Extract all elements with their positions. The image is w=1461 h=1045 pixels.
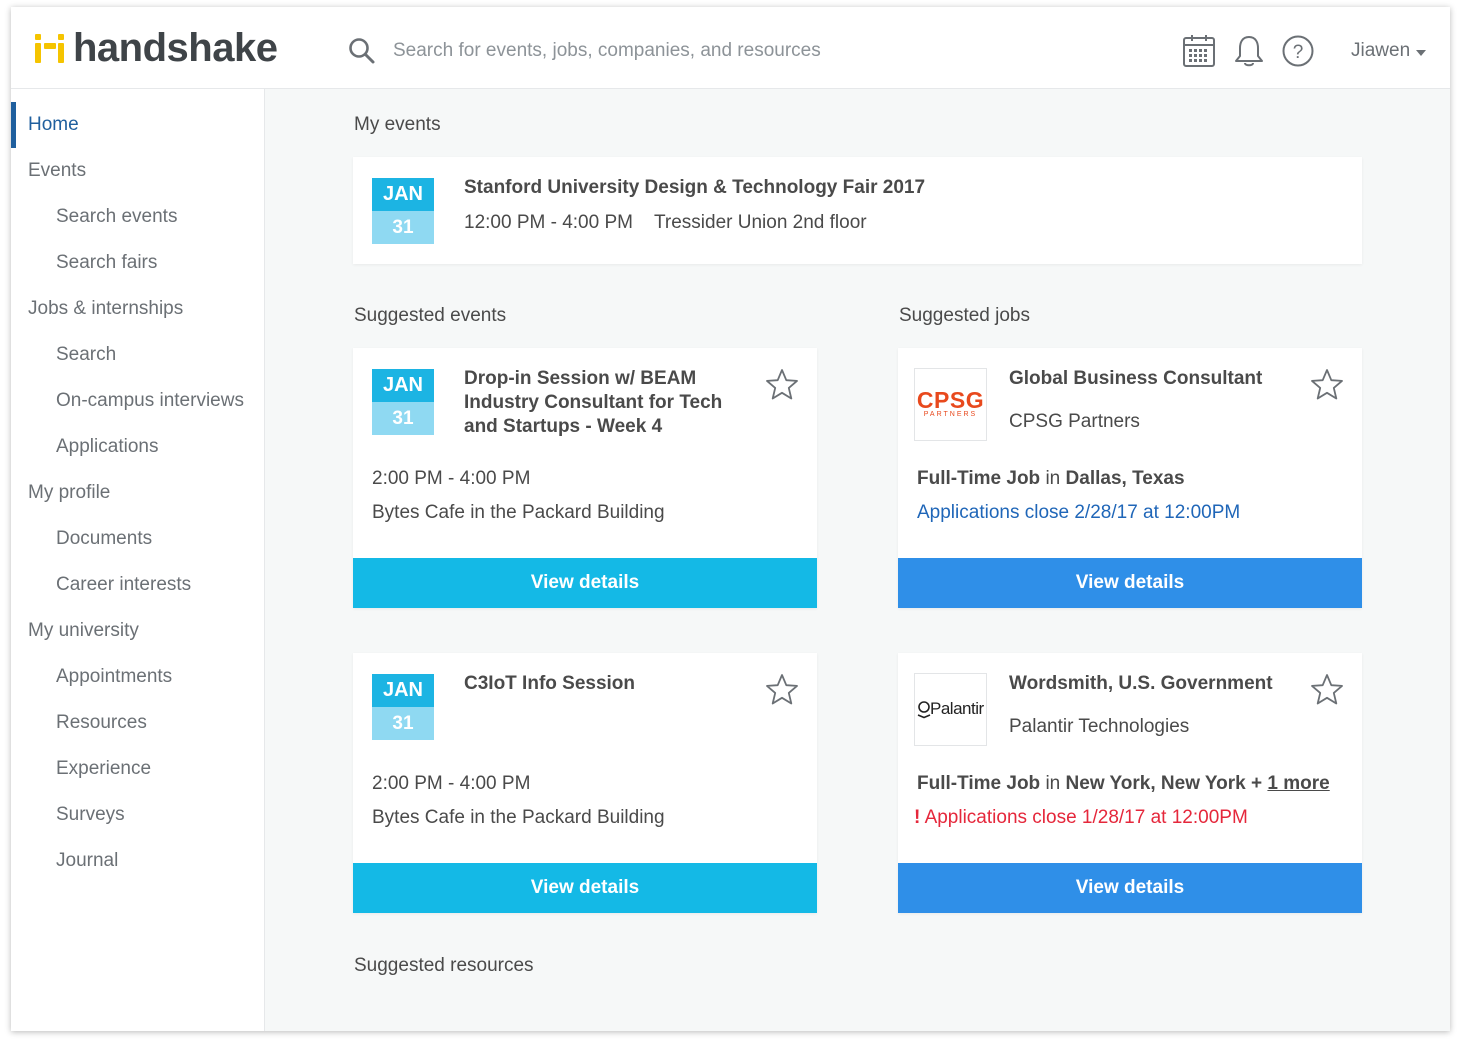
date-month: JAN xyxy=(372,674,434,707)
company-name[interactable]: Palantir Technologies xyxy=(1009,716,1189,738)
company-logo-text: CPSG xyxy=(916,387,985,413)
event-title-line[interactable]: Drop-in Session w/ BEAM xyxy=(464,367,696,391)
suggested-jobs-heading: Suggested jobs xyxy=(899,305,1030,326)
sidebar-item-jobs-internships[interactable]: Jobs & internships xyxy=(11,286,281,332)
event-title[interactable]: Stanford University Design & Technology … xyxy=(464,176,925,200)
more-locations-link[interactable]: 1 more xyxy=(1267,773,1329,794)
calendar-icon[interactable] xyxy=(1181,33,1217,69)
job-type: Full-Time Job xyxy=(917,468,1041,489)
date-day: 31 xyxy=(372,402,434,435)
app-window: handshake ? Jiawen xyxy=(11,7,1450,1031)
svg-text:?: ? xyxy=(1293,42,1304,63)
company-logo-text: Palantir xyxy=(930,699,984,718)
sidebar-item-my-university[interactable]: My university xyxy=(11,608,281,654)
star-icon[interactable] xyxy=(1309,672,1345,708)
date-day: 31 xyxy=(372,707,434,740)
sidebar-item-home[interactable]: Home xyxy=(11,102,281,148)
company-logo-subtext: PARTNERS xyxy=(923,411,978,418)
job-type-location: Full-Time Job in New York, New York + 1 … xyxy=(917,773,1330,795)
star-icon[interactable] xyxy=(1309,367,1345,403)
date-month: JAN xyxy=(372,369,434,402)
palantir-mark-icon xyxy=(917,701,931,719)
event-location: Bytes Cafe in the Packard Building xyxy=(372,502,665,523)
sidebar-item-surveys[interactable]: Surveys xyxy=(11,792,309,838)
sidebar-item-search-fairs[interactable]: Search fairs xyxy=(11,240,309,286)
chevron-down-icon xyxy=(1416,49,1427,56)
in-word: in xyxy=(1045,773,1061,794)
star-icon[interactable] xyxy=(764,672,800,708)
view-details-button[interactable]: View details xyxy=(898,863,1362,913)
company-logo[interactable]: CPSG PARTNERS xyxy=(914,368,987,441)
sidebar-nav: Home Events Search events Search fairs J… xyxy=(11,89,265,1031)
sidebar-item-resources[interactable]: Resources xyxy=(11,700,309,746)
suggested-resources-heading: Suggested resources xyxy=(354,955,534,976)
top-header: handshake ? Jiawen xyxy=(11,7,1450,89)
event-time: 12:00 PM - 4:00 PM xyxy=(464,212,633,233)
deadline-text: Applications close 1/28/17 at 12:00PM xyxy=(924,807,1248,828)
sidebar-item-events[interactable]: Events xyxy=(11,148,281,194)
sidebar-item-on-campus-interviews[interactable]: On-campus interviews xyxy=(11,378,309,424)
job-type: Full-Time Job xyxy=(917,773,1041,794)
my-event-card[interactable]: JAN 31 Stanford University Design & Tech… xyxy=(353,157,1362,264)
company-logo[interactable]: Palantir xyxy=(914,673,987,746)
job-title[interactable]: Global Business Consultant xyxy=(1009,367,1262,391)
suggested-event-card: JAN 31 Drop-in Session w/ BEAM Industry … xyxy=(353,348,817,608)
bell-icon[interactable] xyxy=(1231,33,1267,69)
date-badge: JAN 31 xyxy=(372,178,434,244)
help-icon[interactable]: ? xyxy=(1280,33,1316,69)
suggested-events-heading: Suggested events xyxy=(354,305,507,326)
sidebar-item-search-events[interactable]: Search events xyxy=(11,194,309,240)
event-time: 2:00 PM - 4:00 PM xyxy=(372,468,531,489)
view-details-button[interactable]: View details xyxy=(353,863,817,913)
job-location: Dallas, Texas xyxy=(1065,468,1185,489)
event-title-line[interactable]: and Startups - Week 4 xyxy=(464,415,662,439)
event-title-line[interactable]: Industry Consultant for Tech xyxy=(464,391,722,415)
sidebar-item-search-jobs[interactable]: Search xyxy=(11,332,309,378)
event-time: 2:00 PM - 4:00 PM xyxy=(372,773,531,794)
brand-name: handshake xyxy=(73,25,278,70)
handshake-logo-mark-icon xyxy=(35,34,64,63)
user-menu[interactable]: Jiawen xyxy=(1351,40,1427,62)
date-badge: JAN 31 xyxy=(372,369,434,435)
my-events-heading: My events xyxy=(354,114,441,135)
sidebar-item-applications[interactable]: Applications xyxy=(11,424,309,470)
sidebar-item-experience[interactable]: Experience xyxy=(11,746,309,792)
sidebar-item-my-profile[interactable]: My profile xyxy=(11,470,281,516)
suggested-job-card: CPSG PARTNERS Global Business Consultant… xyxy=(898,348,1362,608)
view-details-button[interactable]: View details xyxy=(898,558,1362,608)
suggested-job-card: Palantir Wordsmith, U.S. Government Pala… xyxy=(898,653,1362,913)
application-deadline: Applications close 2/28/17 at 12:00PM xyxy=(917,502,1241,523)
job-type-location: Full-Time Job in Dallas, Texas xyxy=(917,468,1185,490)
handshake-logo[interactable]: handshake xyxy=(33,25,278,70)
date-month: JAN xyxy=(372,178,434,211)
event-location: Bytes Cafe in the Packard Building xyxy=(372,807,665,828)
view-details-button[interactable]: View details xyxy=(353,558,817,608)
search-icon[interactable] xyxy=(348,37,376,65)
job-location: New York, New York + xyxy=(1065,773,1263,794)
event-title-line[interactable]: C3IoT Info Session xyxy=(464,672,635,696)
application-deadline: ! Applications close 1/28/17 at 12:00PM xyxy=(914,807,1248,829)
sidebar-item-appointments[interactable]: Appointments xyxy=(11,654,309,700)
star-icon[interactable] xyxy=(764,367,800,403)
date-badge: JAN 31 xyxy=(372,674,434,740)
date-day: 31 xyxy=(372,211,434,244)
suggested-event-card: JAN 31 C3IoT Info Session 2:00 PM - 4:00… xyxy=(353,653,817,913)
in-word: in xyxy=(1045,468,1061,489)
sidebar-item-journal[interactable]: Journal xyxy=(11,838,309,884)
sidebar-item-career-interests[interactable]: Career interests xyxy=(11,562,309,608)
company-name[interactable]: CPSG Partners xyxy=(1009,411,1140,433)
global-search-input[interactable] xyxy=(391,34,955,68)
alert-icon: ! xyxy=(914,807,921,828)
event-location: Tressider Union 2nd floor xyxy=(654,212,867,233)
sidebar-item-documents[interactable]: Documents xyxy=(11,516,309,562)
user-name: Jiawen xyxy=(1351,40,1411,61)
job-title[interactable]: Wordsmith, U.S. Government xyxy=(1009,672,1273,696)
